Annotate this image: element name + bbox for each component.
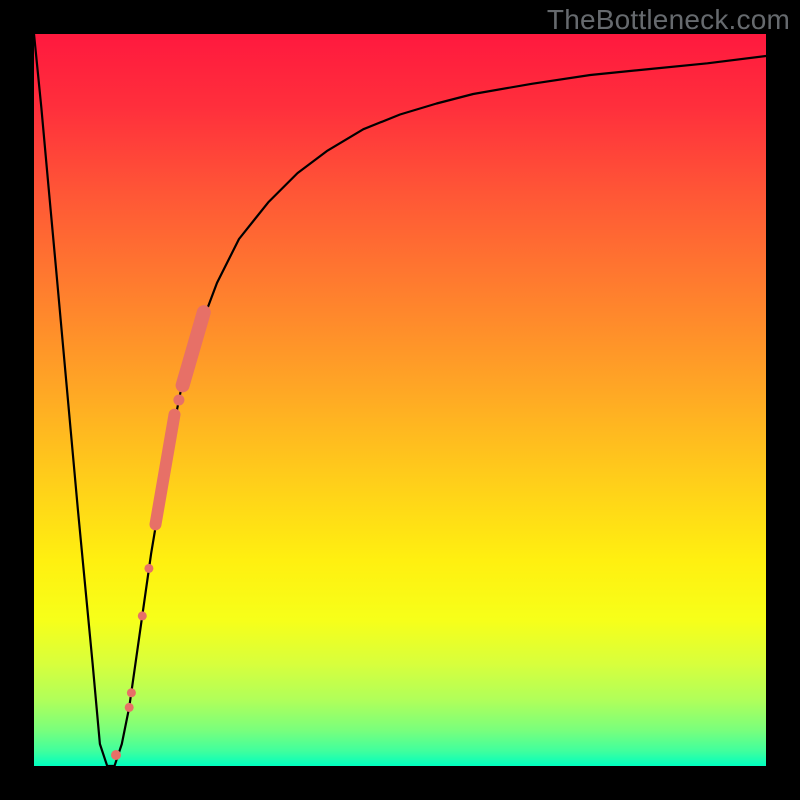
marker-dot bbox=[173, 395, 184, 406]
marker-dot bbox=[125, 703, 134, 712]
marker-dot bbox=[144, 564, 153, 573]
watermark-text: TheBottleneck.com bbox=[547, 4, 790, 36]
marker-dot bbox=[111, 750, 121, 760]
chart-frame: TheBottleneck.com bbox=[0, 0, 800, 800]
plot-area bbox=[34, 34, 766, 766]
marker-dot bbox=[138, 611, 147, 620]
gradient-background bbox=[34, 34, 766, 766]
marker-dot bbox=[127, 688, 136, 697]
plot-svg bbox=[34, 34, 766, 766]
